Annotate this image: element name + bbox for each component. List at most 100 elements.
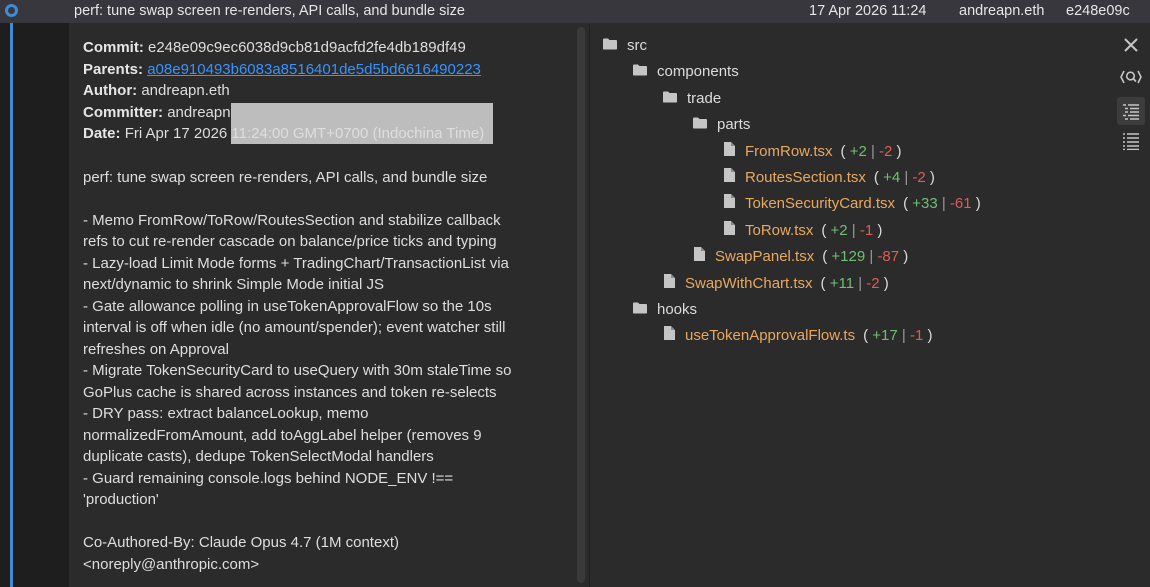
message-line: interval is off when idle (no amount/spe… (83, 319, 506, 336)
parent-commit-link[interactable]: a08e910493b6083a8516401de5d5bd6616490223 (147, 61, 481, 78)
commit-details-panel: Commit: e248e09c9ec6038d9cb81d9acfd2fe4d… (69, 23, 1150, 587)
parents-row: Parents: a08e910493b6083a8516401de5d5bd6… (83, 60, 481, 78)
file-icon (724, 139, 735, 165)
tree-folder[interactable]: src (603, 33, 647, 59)
lines-added: +17 (872, 327, 898, 345)
folder-icon (603, 33, 617, 59)
message-line: refreshes on Approval (83, 340, 229, 358)
lines-added: +33 (912, 195, 938, 213)
file-icon (724, 165, 735, 191)
file-name: FromRow.tsx (745, 142, 833, 160)
tree-file[interactable]: ToRow.tsx ( +2 | -1 ) (724, 218, 882, 244)
tree-file[interactable]: FromRow.tsx ( +2 | -2 ) (724, 139, 902, 165)
message-line: - Migrate TokenSecurityCard to useQuery … (83, 362, 512, 379)
panel-divider[interactable] (589, 23, 590, 587)
file-change-stats: ( +2 | -1 ) (821, 221, 883, 239)
lines-added: +129 (831, 248, 866, 266)
lines-added: +2 (830, 221, 848, 239)
selected-commit-row[interactable]: perf: tune swap screen re-renders, API c… (0, 0, 1150, 23)
file-icon (694, 244, 705, 270)
lines-removed: -2 (866, 274, 880, 292)
lines-removed: -61 (949, 195, 972, 213)
file-name: useTokenApprovalFlow.ts (685, 327, 856, 345)
commit-row-message: perf: tune swap screen re-renders, API c… (74, 3, 465, 19)
message-line: <noreply@anthropic.com> (83, 555, 260, 573)
file-change-stats: ( +33 | -61 ) (903, 195, 981, 213)
folder-name: hooks (657, 301, 698, 318)
message-line: - DRY pass: extract balanceLookup, memo (83, 405, 369, 422)
lines-removed: -1 (859, 221, 874, 239)
commit-graph-line (10, 0, 13, 587)
tree-view-icon[interactable] (1117, 97, 1145, 125)
file-name: SwapPanel.tsx (715, 248, 815, 266)
message-line: refs to cut re-render cascade on balance… (83, 233, 497, 250)
message-line: - Lazy-load Limit Mode forms + TradingCh… (83, 254, 509, 272)
tree-folder[interactable]: components (633, 59, 739, 85)
message-line: next/dynamic to shrink Simple Mode initi… (83, 276, 384, 293)
message-line: normalizedFromAmount, add toAggLabel hel… (83, 426, 482, 444)
committer-row: Committer: andreapn (83, 102, 563, 144)
message-line: Co-Authored-By: Claude Opus 4.7 (1M cont… (83, 534, 399, 551)
committer-value: andreapn (167, 103, 231, 121)
file-icon (724, 191, 735, 217)
tree-folder[interactable]: hooks (633, 297, 697, 323)
folder-name: trade (687, 89, 722, 107)
folder-icon (693, 112, 707, 138)
lines-added: +2 (849, 142, 867, 160)
file-name: TokenSecurityCard.tsx (745, 195, 896, 213)
file-change-stats: ( +2 | -2 ) (840, 142, 902, 160)
tree-file[interactable]: SwapPanel.tsx ( +129 | -87 ) (694, 244, 908, 270)
file-change-stats: ( +11 | -2 ) (820, 274, 889, 292)
author-row: Author: andreapn.eth (83, 82, 230, 99)
message-line: - Guard remaining console.logs behind NO… (83, 469, 454, 487)
details-scrollbar[interactable] (577, 27, 585, 583)
message-line: - Gate allowance polling in useTokenAppr… (83, 297, 492, 315)
commit-hash-value: e248e09c9ec6038d9cb81d9acfd2fe4db189df49 (148, 39, 466, 56)
tree-folder[interactable]: trade (663, 86, 721, 112)
file-change-stats: ( +4 | -2 ) (873, 169, 935, 186)
file-name: ToRow.tsx (745, 221, 814, 239)
list-view-icon[interactable] (1117, 127, 1145, 155)
lines-removed: -1 (909, 327, 924, 345)
tree-file[interactable]: RoutesSection.tsx ( +4 | -2 ) (724, 165, 935, 191)
folder-icon (633, 297, 647, 323)
search-regex-icon[interactable] (1117, 63, 1145, 91)
tree-file[interactable]: useTokenApprovalFlow.ts ( +17 | -1 ) (664, 323, 932, 349)
file-name: RoutesSection.tsx (745, 169, 866, 186)
lines-added: +11 (829, 274, 855, 292)
commit-row-author: andreapn.eth (959, 3, 1045, 19)
commit-message-body: perf: tune swap screen re-renders, API c… (83, 167, 563, 576)
author-value: andreapn.eth (141, 82, 230, 99)
commit-row-hash: e248e09c (1066, 3, 1130, 19)
file-icon (664, 323, 675, 349)
close-icon[interactable] (1117, 31, 1145, 59)
folder-name: components (657, 63, 739, 81)
commit-row-date: 17 Apr 2026 11:24 (809, 3, 927, 19)
detail-toolbar (1109, 23, 1150, 587)
message-line: - Memo FromRow/ToRow/RoutesSection and s… (83, 211, 501, 229)
file-change-stats: ( +17 | -1 ) (863, 327, 933, 345)
file-name: SwapWithChart.tsx (685, 274, 813, 292)
date-value: Fri Apr 17 2026 11:24:00 GMT+0700 (Indoc… (124, 125, 485, 142)
tree-folder[interactable]: parts (693, 112, 750, 138)
file-icon (664, 271, 675, 297)
lines-removed: -2 (912, 169, 926, 186)
file-change-stats: ( +129 | -87 ) (822, 248, 909, 266)
tree-file[interactable]: SwapWithChart.tsx ( +11 | -2 ) (664, 271, 889, 297)
message-line: perf: tune swap screen re-renders, API c… (83, 168, 488, 186)
tree-file[interactable]: TokenSecurityCard.tsx ( +33 | -61 ) (724, 191, 981, 217)
message-line: duplicate casts), dedupe TokenSelectModa… (83, 448, 434, 465)
folder-name: parts (717, 116, 751, 134)
file-icon (724, 218, 735, 244)
lines-added: +4 (883, 169, 901, 186)
commit-hash-row: Commit: e248e09c9ec6038d9cb81d9acfd2fe4d… (83, 39, 466, 56)
commit-metadata: Commit: e248e09c9ec6038d9cb81d9acfd2fe4d… (83, 37, 563, 575)
folder-icon (663, 86, 677, 112)
commit-graph-node (5, 4, 18, 17)
lines-removed: -87 (877, 248, 900, 266)
folder-name: src (627, 37, 647, 54)
message-line: GoPlus cache is shared across instances … (83, 383, 497, 401)
message-line: 'production' (83, 491, 159, 508)
